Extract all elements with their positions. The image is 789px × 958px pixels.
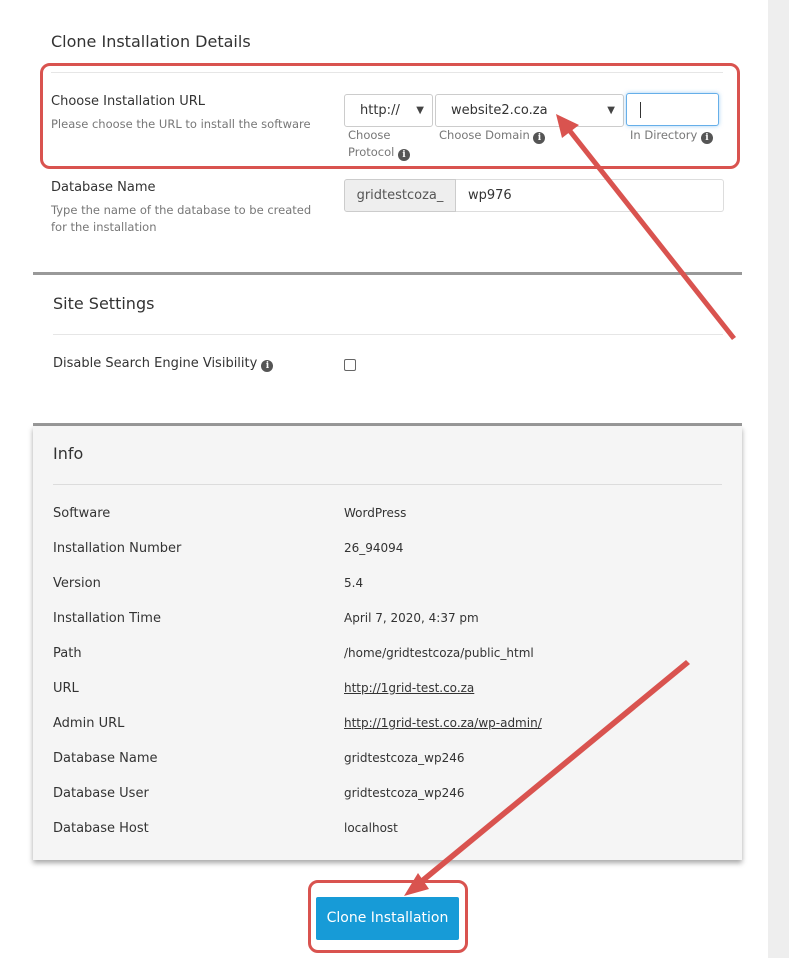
clone-details-title: Clone Installation Details [51, 32, 251, 51]
info-value-path: /home/gridtestcoza/public_html [344, 646, 534, 660]
info-title: Info [53, 444, 84, 463]
info-value-url-link[interactable]: http://1grid-test.co.za [344, 681, 474, 695]
info-label-database-name: Database Name [53, 751, 158, 766]
divider [53, 334, 723, 335]
info-label-installation-time: Installation Time [53, 611, 161, 626]
info-label-url: URL [53, 681, 79, 696]
section-divider [33, 272, 742, 275]
site-settings-title: Site Settings [53, 294, 155, 313]
info-label-database-user: Database User [53, 786, 149, 801]
info-label-database-host: Database Host [53, 821, 149, 836]
database-name-sublabel: Type the name of the database to be crea… [51, 202, 311, 236]
info-value-installation-number: 26_94094 [344, 541, 404, 555]
database-name-label: Database Name [51, 180, 156, 195]
database-sublabel-line1: Type the name of the database to be crea… [51, 203, 312, 217]
database-prefix: gridtestcoza_ [344, 179, 456, 212]
search-visibility-checkbox[interactable] [344, 359, 356, 371]
info-value-database-user: gridtestcoza_wp246 [344, 786, 465, 800]
search-visibility-label: Disable Search Engine Visibility i [53, 356, 274, 372]
database-name-input[interactable]: wp976 [456, 179, 724, 212]
info-value-admin-url-link[interactable]: http://1grid-test.co.za/wp-admin/ [344, 716, 542, 730]
info-value-software: WordPress [344, 506, 407, 520]
info-value-version: 5.4 [344, 576, 364, 590]
info-value-database-host: localhost [344, 821, 398, 835]
search-visibility-text: Disable Search Engine Visibility [53, 356, 258, 371]
annotation-highlight-url [40, 63, 740, 169]
database-sublabel-line2: for the installation [51, 220, 157, 234]
info-label-path: Path [53, 646, 82, 661]
annotation-highlight-button [308, 880, 468, 953]
info-label-admin-url: Admin URL [53, 716, 125, 731]
divider [53, 484, 722, 485]
info-label-installation-number: Installation Number [53, 541, 182, 556]
page-gutter [768, 0, 789, 958]
info-icon[interactable]: i [261, 360, 274, 372]
info-label-version: Version [53, 576, 101, 591]
info-value-database-name: gridtestcoza_wp246 [344, 751, 465, 765]
info-label-software: Software [53, 506, 111, 521]
info-value-installation-time: April 7, 2020, 4:37 pm [344, 611, 479, 625]
